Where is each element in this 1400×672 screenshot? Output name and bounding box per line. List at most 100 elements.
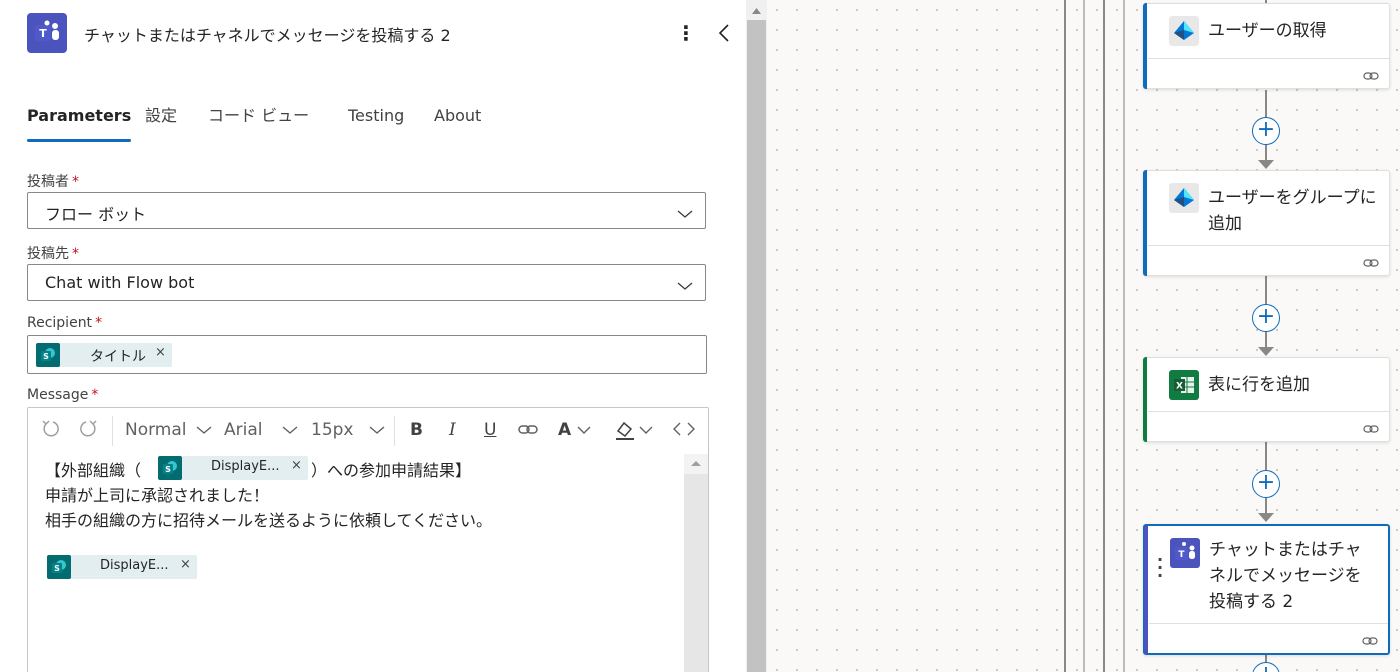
italic-button[interactable]: I xyxy=(449,420,456,440)
arrow-down-icon xyxy=(1258,160,1274,169)
card-title: ユーザーをグループに追加 xyxy=(1208,188,1377,234)
scroll-up-icon xyxy=(752,8,761,14)
required-marker: * xyxy=(72,246,79,262)
svg-text:S: S xyxy=(43,352,49,361)
message-line-2: 申請が上司に承認されました！ xyxy=(45,486,270,505)
chevron-down-icon xyxy=(196,426,212,434)
token-label: DisplayE... xyxy=(211,459,280,474)
arrow-down-icon xyxy=(1258,347,1274,356)
scope-border xyxy=(1064,0,1066,672)
underline-button[interactable]: U xyxy=(484,420,496,440)
redo-icon[interactable] xyxy=(77,418,99,445)
action-card-get-user[interactable]: ユーザーの取得 xyxy=(1143,3,1390,89)
chevron-down-icon xyxy=(677,276,693,295)
more-vertical-icon[interactable]: ⋮ xyxy=(676,22,696,46)
dynamic-content-token[interactable]: S DisplayE... × xyxy=(47,555,197,579)
link-icon[interactable] xyxy=(1363,67,1379,86)
message-line-3: 相手の組織の方に招待メールを送るように依頼してください。 xyxy=(45,511,493,530)
scrollbar-thumb[interactable] xyxy=(747,20,766,672)
link-icon[interactable] xyxy=(517,421,539,444)
link-icon[interactable] xyxy=(1363,420,1379,439)
excel-icon: X xyxy=(1169,370,1199,400)
add-step-button[interactable]: + xyxy=(1252,470,1280,498)
message-label-text: Message xyxy=(27,387,89,403)
action-card-add-row[interactable]: X 表に行を追加 xyxy=(1143,357,1390,442)
action-details-panel: T チャットまたはチャネルでメッセージを投稿する 2 ⋮ Parameters … xyxy=(0,0,746,672)
svg-text:S: S xyxy=(165,465,171,474)
entra-id-icon xyxy=(1169,16,1199,46)
card-accent xyxy=(1144,525,1148,654)
arrow-down-icon xyxy=(1258,513,1274,522)
editor-scrollbar[interactable] xyxy=(684,454,708,672)
tab-parameters[interactable]: Parameters xyxy=(27,104,132,142)
card-footer xyxy=(1148,411,1389,441)
svg-text:T: T xyxy=(1178,550,1185,560)
chevron-down-icon xyxy=(577,426,591,434)
chevron-left-icon[interactable] xyxy=(714,20,736,46)
chevron-down-icon xyxy=(282,426,298,434)
action-card-post-message[interactable]: · · · T チャットまたはチャネルでメッセージを投稿する 2 xyxy=(1143,524,1390,655)
message-line-1: 【外部組織（ xyxy=(45,457,141,481)
card-title: 表に行を追加 xyxy=(1208,375,1310,395)
card-title: チャットまたはチャネルでメッセージを投稿する 2 xyxy=(1209,540,1362,612)
chevron-down-icon xyxy=(369,426,385,434)
add-step-button[interactable]: + xyxy=(1252,304,1280,332)
dynamic-content-token[interactable]: S DisplayE... × xyxy=(158,456,308,480)
token-remove-icon[interactable]: × xyxy=(180,557,191,572)
recipient-label-text: Recipient xyxy=(27,315,93,331)
tab-settings[interactable]: 設定 xyxy=(145,104,177,142)
card-accent xyxy=(1143,3,1147,89)
font-select[interactable]: Arial xyxy=(224,420,298,440)
token-remove-icon[interactable]: × xyxy=(155,345,166,360)
card-footer xyxy=(1149,623,1388,653)
message-text: 【外部組織（ xyxy=(45,461,142,480)
card-accent xyxy=(1143,170,1147,276)
panel-scrollbar[interactable] xyxy=(746,0,767,672)
token-label: タイトル xyxy=(90,349,146,365)
highlight-icon[interactable] xyxy=(614,419,654,446)
token-label: DisplayE... xyxy=(100,558,169,573)
post-in-dropdown[interactable]: Chat with Flow bot xyxy=(27,264,706,301)
sharepoint-icon: S xyxy=(158,456,182,480)
recipient-input[interactable]: S タイトル × xyxy=(27,335,707,374)
app-root: T チャットまたはチャネルでメッセージを投稿する 2 ⋮ Parameters … xyxy=(0,0,1400,672)
font-color-button[interactable]: A xyxy=(558,420,591,440)
card-footer xyxy=(1148,245,1389,275)
add-step-button[interactable]: + xyxy=(1252,117,1280,145)
paragraph-style-value: Normal xyxy=(125,420,187,440)
link-icon[interactable] xyxy=(1363,254,1379,273)
link-icon[interactable] xyxy=(1362,632,1378,651)
post-as-label: 投稿者 * xyxy=(27,171,79,191)
message-rich-text-editor[interactable]: Normal Arial 15px B I U A 【外部組織（ S Displ… xyxy=(27,407,709,672)
drag-handle-icon[interactable]: · · · xyxy=(1157,552,1163,584)
scope-border xyxy=(1083,0,1085,672)
paragraph-style-select[interactable]: Normal xyxy=(125,420,212,440)
dynamic-content-token[interactable]: S タイトル × xyxy=(36,343,172,367)
sharepoint-icon: S xyxy=(36,343,60,367)
font-value: Arial xyxy=(224,420,263,440)
post-in-label: 投稿先 * xyxy=(27,243,79,263)
post-as-dropdown[interactable]: フロー ボット xyxy=(27,192,706,229)
font-size-select[interactable]: 15px xyxy=(311,420,385,440)
editor-content[interactable]: 【外部組織（ S DisplayE... × ）への参加申請結果】 申請が上司に… xyxy=(28,454,684,672)
post-as-label-text: 投稿者 xyxy=(27,174,69,190)
undo-icon[interactable] xyxy=(40,418,62,445)
tab-code-view[interactable]: コード ビュー xyxy=(208,104,309,142)
card-title: ユーザーの取得 xyxy=(1208,21,1327,41)
code-view-icon[interactable] xyxy=(673,421,695,442)
post-in-label-text: 投稿先 xyxy=(27,246,69,262)
font-size-value: 15px xyxy=(311,420,354,440)
tab-about[interactable]: About xyxy=(434,104,481,142)
tab-testing[interactable]: Testing xyxy=(348,104,404,142)
scrollbar-thumb[interactable] xyxy=(684,474,708,672)
card-accent xyxy=(1143,357,1147,442)
action-card-add-user-to-group[interactable]: ユーザーをグループに追加 xyxy=(1143,170,1390,276)
bold-button[interactable]: B xyxy=(410,420,423,440)
svg-text:S: S xyxy=(54,564,60,573)
chevron-down-icon xyxy=(677,204,693,223)
token-remove-icon[interactable]: × xyxy=(291,458,302,473)
message-label: Message * xyxy=(27,387,98,403)
required-marker: * xyxy=(72,174,79,190)
editor-toolbar: Normal Arial 15px B I U A xyxy=(28,408,708,454)
entra-id-icon xyxy=(1169,183,1199,213)
